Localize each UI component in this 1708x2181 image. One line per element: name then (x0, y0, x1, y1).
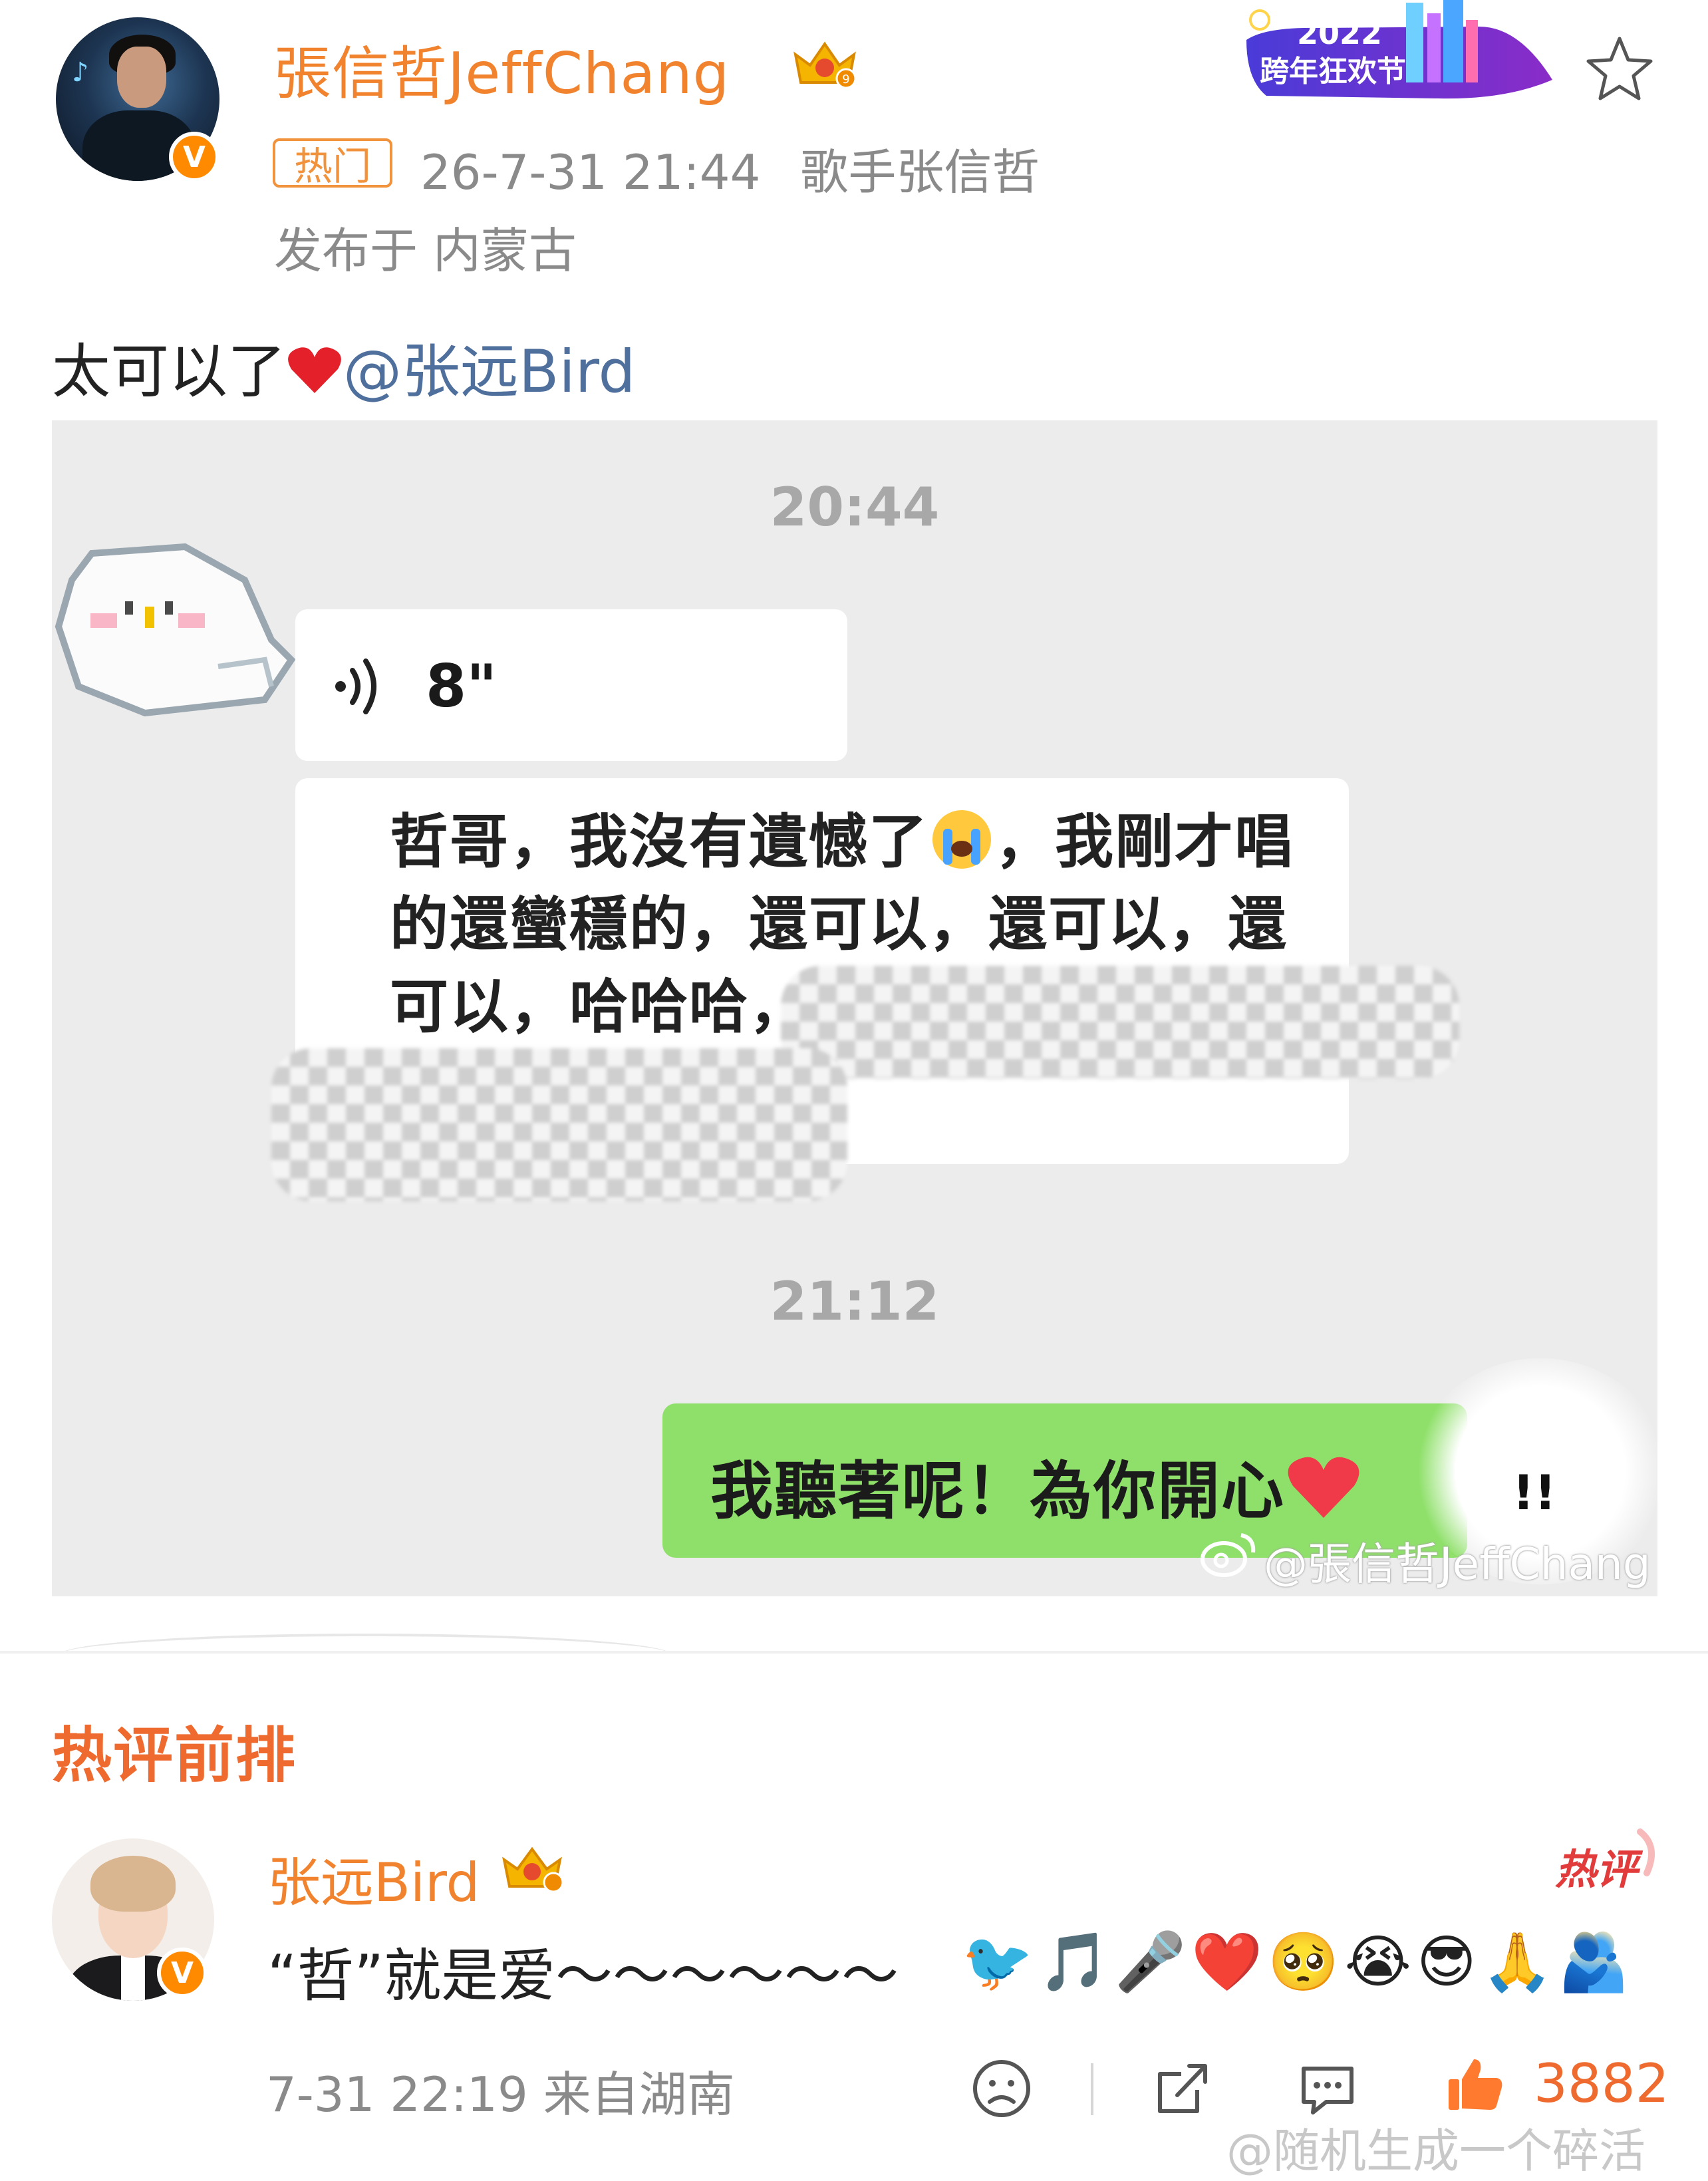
like-count: 3882 (1534, 2053, 1669, 2114)
verified-badge-icon: V (157, 1948, 208, 1998)
weibo-logo-icon (1201, 1533, 1256, 1577)
microphone-emoji-icon: 🎤 (1115, 1929, 1187, 1995)
hot-comments-title: 热评前排 (52, 1721, 297, 1791)
crown-level-icon (502, 1846, 564, 1893)
comment-text: “哲”就是爱～～～～～～ (267, 1943, 899, 2009)
heart-emoji-icon (1288, 1457, 1359, 1518)
author-name[interactable]: 張信哲JeffChang (274, 27, 730, 110)
comment-icon[interactable] (1296, 2057, 1359, 2120)
pleading-face-emoji-icon: 🥺 (1268, 1929, 1340, 1995)
post-text: 太可以了 (52, 337, 287, 406)
bird-emoji-icon: 🐦 (962, 1929, 1034, 1995)
footer-watermark: @随机生成一个碎活 (1226, 2124, 1645, 2178)
action-divider (1091, 2063, 1093, 2115)
post-meta: 26-7-31 21:44 歌手张信哲 (420, 133, 1040, 203)
sunglasses-face-emoji-icon: 😎 (1416, 1929, 1477, 1995)
music-note-emoji-icon: 🎵 (1038, 1929, 1110, 1995)
exclaim-mark: !! (1512, 1465, 1556, 1521)
comment-emojis: 🐦 🎵 🎤 ❤️ 🥺 😭 😎 🙏 🫂 (962, 1929, 1630, 1995)
post-location: 发布于 内蒙古 (274, 223, 577, 279)
voice-message-bubble[interactable]: 8" (295, 609, 847, 761)
voice-wave-icon (335, 658, 376, 714)
image-carousel-indicator (60, 1634, 672, 1676)
hot-tag: 热门 (273, 138, 392, 189)
post-timestamp: 26-7-31 21:44 (420, 144, 761, 200)
share-icon[interactable] (1151, 2057, 1214, 2120)
post-image-chat-screenshot[interactable]: 20:44 8" 哲哥，我沒有遺憾了 ，我剛才唱 的還蠻穩的，還可以，還可以，還… (52, 420, 1657, 1596)
post-source[interactable]: 歌手张信哲 (800, 144, 1040, 200)
svg-text:跨年狂欢节: 跨年狂欢节 (1260, 55, 1406, 88)
praying-hands-emoji-icon: 🙏 (1481, 1929, 1553, 1995)
chat-timestamp: 21:12 (770, 1270, 940, 1332)
reply-text: 我聽著呢！為你開心 (710, 1441, 1362, 1531)
voice-duration: 8" (426, 652, 498, 720)
heart-emoji-icon: ❤️ (1191, 1929, 1263, 1995)
crying-face-emoji-icon: 😭 (1344, 1929, 1411, 1995)
crying-face-icon (932, 810, 992, 869)
svg-text:热评: 热评 (1555, 1845, 1643, 1894)
dislike-face-icon[interactable] (970, 2057, 1034, 2120)
mention-link[interactable]: @张远Bird (343, 337, 635, 406)
comment-time-location: 7-31 22:19 来自湖南 (266, 2067, 735, 2122)
new-year-event-banner[interactable]: 2022 跨年狂欢节 (1240, 0, 1568, 106)
verified-badge-icon: V (169, 132, 219, 182)
mosaic-redaction (271, 1048, 847, 1201)
pixel-bird-avatar (55, 543, 296, 717)
favorite-star-icon[interactable] (1583, 32, 1656, 105)
like-thumb-icon[interactable] (1443, 2053, 1507, 2116)
section-divider (0, 1651, 1708, 1654)
image-watermark: @張信哲JeffChang (1264, 1538, 1651, 1590)
heart-emoji-icon (288, 347, 341, 393)
mosaic-redaction (781, 966, 1459, 1079)
post-body: 太可以了 @张远Bird (52, 325, 635, 409)
hug-emoji-icon: 🫂 (1558, 1929, 1630, 1995)
svg-text:2022: 2022 (1297, 15, 1382, 51)
hot-comment-badge: 热评 (1555, 1828, 1655, 1894)
svg-text:9: 9 (842, 73, 849, 86)
commenter-name[interactable]: 张远Bird (267, 1840, 480, 1917)
crown-level-icon: 9 (793, 41, 857, 89)
